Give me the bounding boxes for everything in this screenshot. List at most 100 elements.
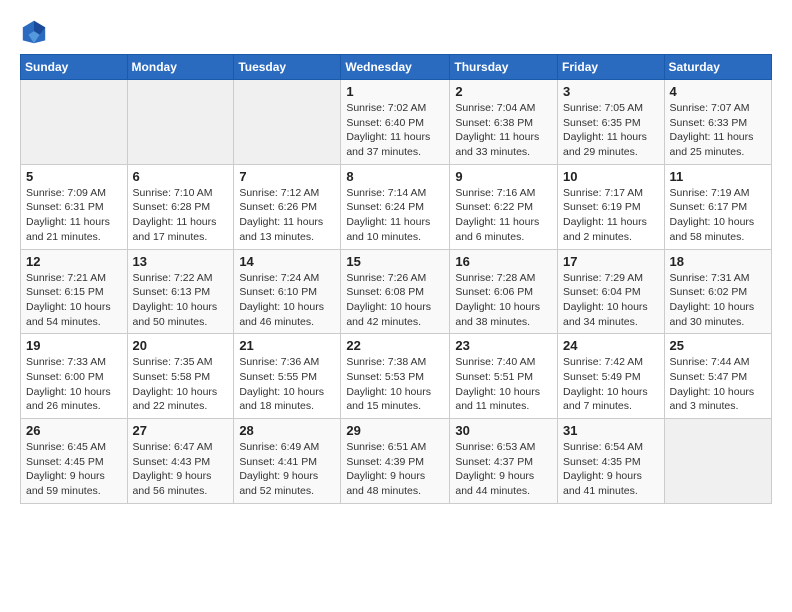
day-cell: 12 Sunrise: 7:21 AM Sunset: 6:15 PM Dayli… — [21, 249, 128, 334]
day-number: 24 — [563, 338, 659, 353]
day-number: 9 — [455, 169, 552, 184]
day-number: 12 — [26, 254, 122, 269]
day-cell — [234, 80, 341, 165]
day-cell: 30 Sunrise: 6:53 AM Sunset: 4:37 PM Dayli… — [450, 419, 558, 504]
day-number: 8 — [346, 169, 444, 184]
day-info: Sunrise: 7:22 AM Sunset: 6:13 PM Dayligh… — [133, 271, 229, 330]
day-info: Sunrise: 7:05 AM Sunset: 6:35 PM Dayligh… — [563, 101, 659, 160]
day-info: Sunrise: 7:29 AM Sunset: 6:04 PM Dayligh… — [563, 271, 659, 330]
week-row-2: 5 Sunrise: 7:09 AM Sunset: 6:31 PM Daylig… — [21, 164, 772, 249]
day-info: Sunrise: 7:36 AM Sunset: 5:55 PM Dayligh… — [239, 355, 335, 414]
day-cell: 5 Sunrise: 7:09 AM Sunset: 6:31 PM Daylig… — [21, 164, 128, 249]
week-row-4: 19 Sunrise: 7:33 AM Sunset: 6:00 PM Dayli… — [21, 334, 772, 419]
day-number: 11 — [670, 169, 766, 184]
day-info: Sunrise: 7:26 AM Sunset: 6:08 PM Dayligh… — [346, 271, 444, 330]
day-number: 2 — [455, 84, 552, 99]
day-number: 15 — [346, 254, 444, 269]
day-number: 23 — [455, 338, 552, 353]
day-cell: 11 Sunrise: 7:19 AM Sunset: 6:17 PM Dayli… — [664, 164, 771, 249]
week-row-5: 26 Sunrise: 6:45 AM Sunset: 4:45 PM Dayli… — [21, 419, 772, 504]
day-cell — [127, 80, 234, 165]
logo-icon — [20, 18, 48, 46]
day-cell: 25 Sunrise: 7:44 AM Sunset: 5:47 PM Dayli… — [664, 334, 771, 419]
day-cell: 14 Sunrise: 7:24 AM Sunset: 6:10 PM Dayli… — [234, 249, 341, 334]
day-info: Sunrise: 7:21 AM Sunset: 6:15 PM Dayligh… — [26, 271, 122, 330]
calendar: SundayMondayTuesdayWednesdayThursdayFrid… — [20, 54, 772, 504]
day-info: Sunrise: 6:49 AM Sunset: 4:41 PM Dayligh… — [239, 440, 335, 499]
day-cell: 17 Sunrise: 7:29 AM Sunset: 6:04 PM Dayli… — [558, 249, 665, 334]
day-cell: 23 Sunrise: 7:40 AM Sunset: 5:51 PM Dayli… — [450, 334, 558, 419]
day-info: Sunrise: 7:02 AM Sunset: 6:40 PM Dayligh… — [346, 101, 444, 160]
day-info: Sunrise: 6:51 AM Sunset: 4:39 PM Dayligh… — [346, 440, 444, 499]
day-cell: 10 Sunrise: 7:17 AM Sunset: 6:19 PM Dayli… — [558, 164, 665, 249]
day-info: Sunrise: 7:33 AM Sunset: 6:00 PM Dayligh… — [26, 355, 122, 414]
day-number: 6 — [133, 169, 229, 184]
day-info: Sunrise: 7:28 AM Sunset: 6:06 PM Dayligh… — [455, 271, 552, 330]
day-cell: 1 Sunrise: 7:02 AM Sunset: 6:40 PM Daylig… — [341, 80, 450, 165]
day-info: Sunrise: 7:44 AM Sunset: 5:47 PM Dayligh… — [670, 355, 766, 414]
day-cell: 21Sunrise: 7:36 AM Sunset: 5:55 PM Dayli… — [234, 334, 341, 419]
day-number: 25 — [670, 338, 766, 353]
day-info: Sunrise: 7:17 AM Sunset: 6:19 PM Dayligh… — [563, 186, 659, 245]
col-header-sunday: Sunday — [21, 55, 128, 80]
col-header-wednesday: Wednesday — [341, 55, 450, 80]
day-cell: 26 Sunrise: 6:45 AM Sunset: 4:45 PM Dayli… — [21, 419, 128, 504]
day-cell: 29 Sunrise: 6:51 AM Sunset: 4:39 PM Dayli… — [341, 419, 450, 504]
day-info: Sunrise: 6:45 AM Sunset: 4:45 PM Dayligh… — [26, 440, 122, 499]
day-cell: 8 Sunrise: 7:14 AM Sunset: 6:24 PM Daylig… — [341, 164, 450, 249]
day-number: 22 — [346, 338, 444, 353]
day-cell: 2Sunrise: 7:04 AM Sunset: 6:38 PM Daylig… — [450, 80, 558, 165]
day-number: 4 — [670, 84, 766, 99]
day-cell: 9 Sunrise: 7:16 AM Sunset: 6:22 PM Daylig… — [450, 164, 558, 249]
day-cell: 19 Sunrise: 7:33 AM Sunset: 6:00 PM Dayli… — [21, 334, 128, 419]
day-number: 3 — [563, 84, 659, 99]
day-info: Sunrise: 7:31 AM Sunset: 6:02 PM Dayligh… — [670, 271, 766, 330]
day-number: 10 — [563, 169, 659, 184]
day-info: Sunrise: 7:16 AM Sunset: 6:22 PM Dayligh… — [455, 186, 552, 245]
day-number: 13 — [133, 254, 229, 269]
day-cell: 7 Sunrise: 7:12 AM Sunset: 6:26 PM Daylig… — [234, 164, 341, 249]
day-number: 26 — [26, 423, 122, 438]
week-row-3: 12 Sunrise: 7:21 AM Sunset: 6:15 PM Dayli… — [21, 249, 772, 334]
day-info: Sunrise: 7:09 AM Sunset: 6:31 PM Dayligh… — [26, 186, 122, 245]
col-header-monday: Monday — [127, 55, 234, 80]
day-number: 28 — [239, 423, 335, 438]
page: SundayMondayTuesdayWednesdayThursdayFrid… — [0, 0, 792, 514]
day-info: Sunrise: 7:14 AM Sunset: 6:24 PM Dayligh… — [346, 186, 444, 245]
day-number: 5 — [26, 169, 122, 184]
col-header-tuesday: Tuesday — [234, 55, 341, 80]
day-cell: 3 Sunrise: 7:05 AM Sunset: 6:35 PM Daylig… — [558, 80, 665, 165]
day-cell: 27Sunrise: 6:47 AM Sunset: 4:43 PM Dayli… — [127, 419, 234, 504]
day-cell: 16Sunrise: 7:28 AM Sunset: 6:06 PM Dayli… — [450, 249, 558, 334]
col-header-thursday: Thursday — [450, 55, 558, 80]
day-info: Sunrise: 7:12 AM Sunset: 6:26 PM Dayligh… — [239, 186, 335, 245]
day-number: 30 — [455, 423, 552, 438]
day-cell: 4Sunrise: 7:07 AM Sunset: 6:33 PM Daylig… — [664, 80, 771, 165]
day-cell: 6 Sunrise: 7:10 AM Sunset: 6:28 PM Daylig… — [127, 164, 234, 249]
day-number: 31 — [563, 423, 659, 438]
week-row-1: 1 Sunrise: 7:02 AM Sunset: 6:40 PM Daylig… — [21, 80, 772, 165]
day-cell: 13 Sunrise: 7:22 AM Sunset: 6:13 PM Dayli… — [127, 249, 234, 334]
day-info: Sunrise: 7:24 AM Sunset: 6:10 PM Dayligh… — [239, 271, 335, 330]
day-info: Sunrise: 7:38 AM Sunset: 5:53 PM Dayligh… — [346, 355, 444, 414]
day-info: Sunrise: 7:19 AM Sunset: 6:17 PM Dayligh… — [670, 186, 766, 245]
day-cell — [664, 419, 771, 504]
day-cell: 18Sunrise: 7:31 AM Sunset: 6:02 PM Dayli… — [664, 249, 771, 334]
day-info: Sunrise: 7:40 AM Sunset: 5:51 PM Dayligh… — [455, 355, 552, 414]
day-cell — [21, 80, 128, 165]
day-number: 17 — [563, 254, 659, 269]
day-info: Sunrise: 6:53 AM Sunset: 4:37 PM Dayligh… — [455, 440, 552, 499]
day-cell: 31 Sunrise: 6:54 AM Sunset: 4:35 PM Dayli… — [558, 419, 665, 504]
day-number: 7 — [239, 169, 335, 184]
day-cell: 22 Sunrise: 7:38 AM Sunset: 5:53 PM Dayli… — [341, 334, 450, 419]
day-number: 19 — [26, 338, 122, 353]
day-number: 20 — [133, 338, 229, 353]
day-info: Sunrise: 7:42 AM Sunset: 5:49 PM Dayligh… — [563, 355, 659, 414]
day-number: 29 — [346, 423, 444, 438]
day-number: 14 — [239, 254, 335, 269]
header — [20, 18, 772, 46]
day-info: Sunrise: 6:47 AM Sunset: 4:43 PM Dayligh… — [133, 440, 229, 499]
day-info: Sunrise: 6:54 AM Sunset: 4:35 PM Dayligh… — [563, 440, 659, 499]
day-info: Sunrise: 7:10 AM Sunset: 6:28 PM Dayligh… — [133, 186, 229, 245]
day-number: 1 — [346, 84, 444, 99]
